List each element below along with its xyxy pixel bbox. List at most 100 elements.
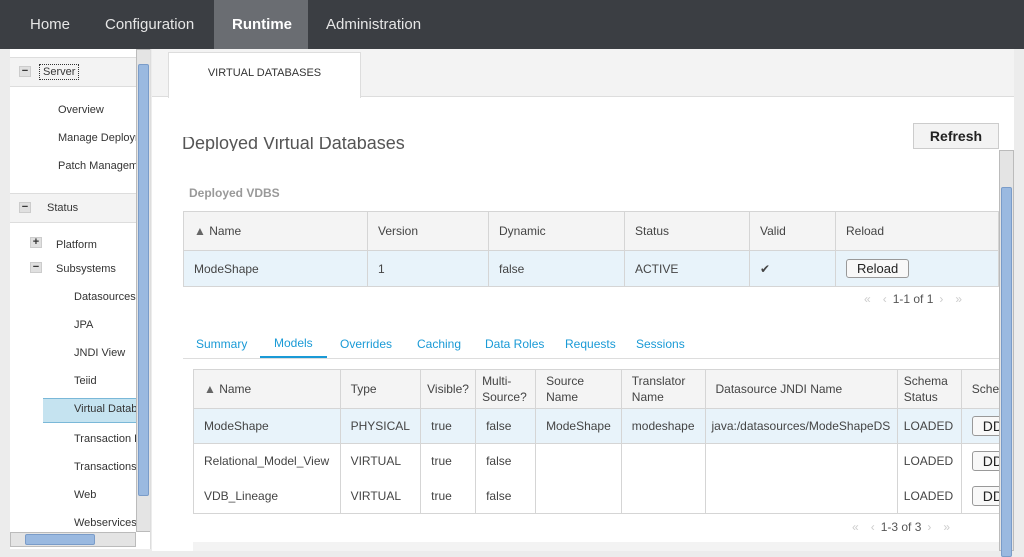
col-visible[interactable]: Visible?	[420, 369, 477, 409]
nav-configuration[interactable]: Configuration	[87, 0, 212, 49]
refresh-button[interactable]: Refresh	[913, 123, 999, 149]
cell: java:/datasources/ModeShapeDS	[704, 408, 898, 444]
col-valid[interactable]: Valid	[749, 211, 836, 251]
sidebar-item-virtual-databases[interactable]: Virtual Databases	[74, 403, 136, 415]
col-version[interactable]: Version	[367, 211, 489, 251]
prev-page-icon[interactable]: ‹	[871, 520, 875, 534]
subtab-overrides[interactable]: Overrides	[340, 337, 392, 351]
nav-home[interactable]: Home	[12, 0, 88, 49]
cell: false	[475, 408, 537, 444]
sidebar-item-transaction-logs[interactable]: Transaction Logs	[74, 433, 136, 445]
cell	[620, 443, 706, 479]
ddl-button[interactable]: DDL	[971, 416, 999, 436]
table-row[interactable]: VDB_LineageVIRTUALtruefalse LOADED DDL	[193, 478, 999, 514]
server-label[interactable]: Server	[39, 64, 80, 80]
sidebar: − Server Overview Manage Deployments Pat…	[10, 49, 151, 549]
cell-name: ModeShape	[183, 250, 368, 287]
sidebar-item-patch-management[interactable]: Patch Management	[58, 160, 136, 172]
ddl-button[interactable]: DDL	[971, 451, 999, 472]
subtab-models[interactable]: Models	[260, 336, 327, 358]
cell: VIRTUAL	[339, 478, 422, 514]
col-multi-source[interactable]: Multi-Source?	[475, 369, 537, 409]
col-dynamic[interactable]: Dynamic	[488, 211, 625, 251]
nav-runtime[interactable]: Runtime	[214, 0, 308, 49]
status-label[interactable]: Status	[47, 202, 78, 214]
vdb-table: ▲ Name Version Dynamic Status Valid Relo…	[183, 211, 999, 287]
collapse-icon[interactable]: −	[19, 66, 31, 77]
cell	[704, 478, 898, 514]
sidebar-item-manage-deployments[interactable]: Manage Deployments	[58, 132, 136, 144]
cell: LOADED	[896, 408, 962, 444]
cell: true	[420, 408, 477, 444]
scrollbar-thumb[interactable]	[1001, 187, 1012, 557]
subtab-caching[interactable]: Caching	[417, 337, 461, 351]
last-page-icon[interactable]: »	[943, 520, 950, 534]
col-name[interactable]: ▲ Name	[183, 211, 368, 251]
cell: DDL	[960, 478, 999, 514]
cell-version: 1	[367, 250, 489, 287]
content-vertical-scrollbar[interactable]	[999, 150, 1014, 557]
cell: Relational_Model_View	[193, 443, 341, 479]
cell	[704, 443, 898, 479]
col-type[interactable]: Type	[339, 369, 422, 409]
col-source-name[interactable]: Source Name	[535, 369, 622, 409]
expand-icon[interactable]: +	[30, 237, 42, 248]
col-datasource-jndi-name[interactable]: Datasource JNDI Name	[704, 369, 898, 409]
col-status[interactable]: Status	[624, 211, 750, 251]
cell: PHYSICAL	[339, 408, 422, 444]
subtab-requests[interactable]: Requests	[565, 337, 616, 351]
prev-page-icon[interactable]: ‹	[883, 292, 887, 306]
sidebar-item-transactions[interactable]: Transactions	[74, 461, 136, 473]
cell-reload: Reload	[835, 250, 999, 287]
subtab-sessions[interactable]: Sessions	[636, 337, 685, 351]
reload-button[interactable]: Reload	[846, 259, 910, 278]
deployed-vdbs-label: Deployed VDBS	[189, 186, 280, 200]
sidebar-item-datasources[interactable]: Datasources	[74, 291, 136, 303]
next-page-icon[interactable]: ›	[939, 292, 943, 306]
models-table: ▲ Name Type Visible? Multi-Source? Sourc…	[193, 369, 999, 514]
cell: ModeShape	[193, 408, 341, 444]
tab-virtual-databases[interactable]: VIRTUAL DATABASES	[168, 52, 361, 98]
ddl-button[interactable]: DDL	[971, 485, 999, 506]
cell: DDL	[960, 408, 999, 444]
last-page-icon[interactable]: »	[955, 292, 962, 306]
cell-dynamic: false	[488, 250, 625, 287]
sidebar-horizontal-scrollbar[interactable]	[10, 532, 136, 547]
sidebar-vertical-scrollbar[interactable]	[136, 49, 150, 532]
collapse-icon[interactable]: −	[19, 202, 31, 213]
cell: false	[475, 443, 537, 479]
cell-status: ACTIVE	[624, 250, 750, 287]
scrollbar-thumb[interactable]	[138, 64, 149, 496]
check-icon: ✔	[749, 250, 836, 287]
next-page-icon[interactable]: ›	[927, 520, 931, 534]
sidebar-item-webservices[interactable]: Webservices	[74, 517, 136, 529]
page-heading: Deployed Virtual Databases	[182, 137, 405, 151]
subtab-summary[interactable]: Summary	[196, 337, 247, 351]
collapse-icon[interactable]: −	[30, 262, 42, 273]
status-section[interactable]: − Status	[10, 193, 136, 223]
cell: VDB_Lineage	[193, 478, 341, 514]
main-panel: VIRTUAL DATABASES Deployed Virtual Datab…	[152, 49, 1014, 557]
server-section[interactable]: − Server	[10, 57, 136, 87]
col-schema[interactable]: Schema	[960, 369, 999, 409]
table-row[interactable]: Relational_Model_View VIRTUAL true false LOA…	[193, 443, 999, 479]
cell: ModeShape	[535, 408, 622, 444]
col-name[interactable]: ▲ Name	[193, 369, 341, 409]
col-translator-name[interactable]: Translator Name	[620, 369, 706, 409]
vdb-pager: « ‹ 1-1 of 1 › »	[858, 292, 968, 306]
col-reload[interactable]: Reload	[835, 211, 999, 251]
cell: false	[475, 478, 537, 514]
first-page-icon[interactable]: «	[864, 292, 871, 306]
table-row[interactable]: ModeShape 1 false ACTIVE ✔ Reload	[183, 250, 999, 287]
pager-text: 1-1 of 1	[892, 292, 934, 306]
subtab-data-roles[interactable]: Data Roles	[485, 337, 544, 351]
col-schema-status[interactable]: Schema Status	[896, 369, 962, 409]
first-page-icon[interactable]: «	[852, 520, 859, 534]
subtab-divider	[183, 358, 999, 359]
tab-bar: VIRTUAL DATABASES	[152, 49, 1014, 98]
cell: modeshape	[620, 408, 706, 444]
table-row[interactable]: ModeShape PHYSICAL true false ModeShape modes…	[193, 408, 999, 444]
cell	[620, 478, 706, 514]
scrollbar-thumb[interactable]	[25, 534, 95, 545]
nav-administration[interactable]: Administration	[308, 0, 439, 49]
